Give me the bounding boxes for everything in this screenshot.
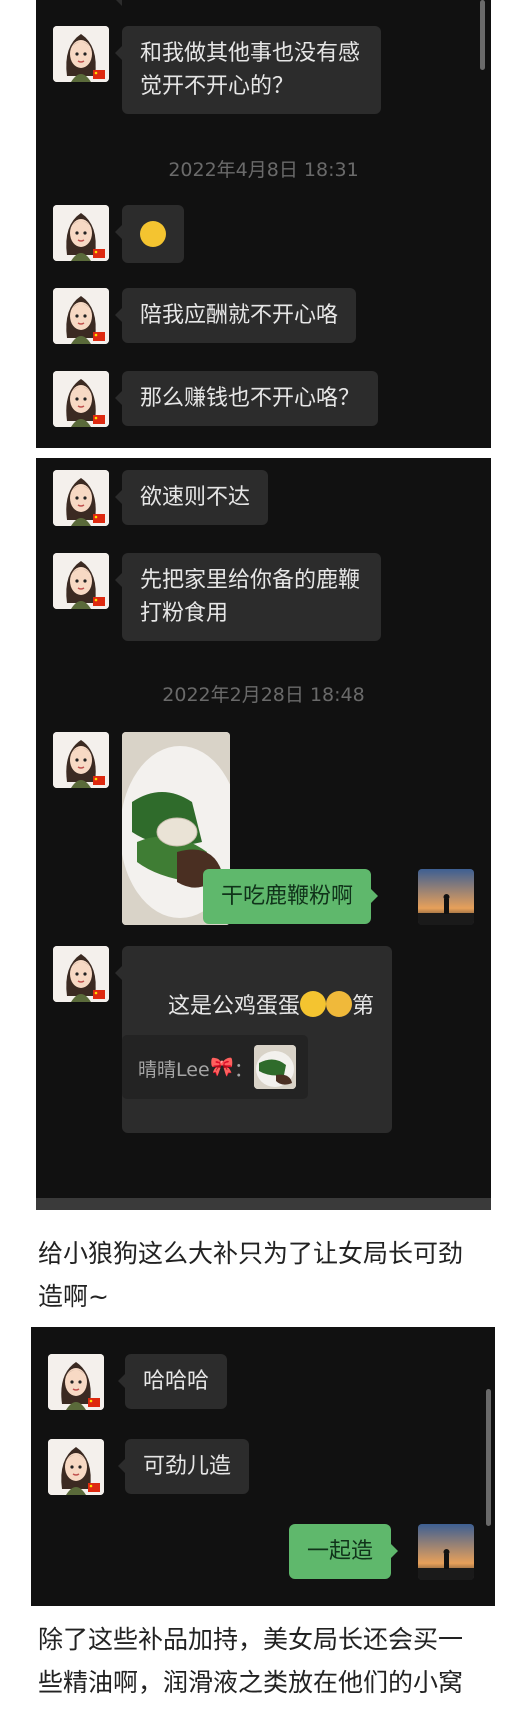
panel-footer-strip bbox=[36, 1198, 491, 1210]
cartoon-girl-avatar-icon bbox=[53, 288, 109, 344]
cartoon-girl-avatar-icon bbox=[53, 732, 109, 788]
message-bubble[interactable]: 和我做其他事也没有感 觉开不开心的？ bbox=[115, 26, 381, 114]
confused-face-emoji bbox=[140, 221, 166, 247]
quote-separator: ： bbox=[234, 1059, 254, 1081]
cartoon-girl-avatar-icon bbox=[53, 26, 109, 82]
quoted-message[interactable]: 晴晴Lee 🎀 ： bbox=[122, 1035, 308, 1099]
cartoon-girl-avatar-icon bbox=[53, 946, 109, 1002]
my-avatar[interactable] bbox=[418, 869, 474, 925]
chat-panel-2: 欲速则不达 先把家里给你备的鹿鞭 打粉食用 2022年2月28日 18:48 干… bbox=[36, 458, 491, 1210]
sunset-avatar-icon bbox=[418, 869, 474, 925]
message-text: 这是公鸡蛋蛋 bbox=[167, 994, 300, 1019]
contact-avatar[interactable] bbox=[53, 288, 109, 344]
message-bubble[interactable]: 先把家里给你备的鹿鞭 打粉食用 bbox=[115, 553, 381, 641]
contact-avatar[interactable] bbox=[53, 371, 109, 427]
timestamp: 2022年4月8日 18:31 bbox=[168, 159, 359, 181]
contact-avatar[interactable] bbox=[53, 26, 109, 82]
message-bubble[interactable]: 可劲儿造 bbox=[117, 1439, 250, 1494]
contact-avatar[interactable] bbox=[48, 1439, 104, 1495]
cartoon-girl-avatar-icon bbox=[53, 205, 109, 261]
bow-emoji: 🎀 bbox=[210, 1056, 234, 1078]
contact-avatar[interactable] bbox=[53, 946, 109, 1002]
sunset-avatar-icon bbox=[418, 1524, 474, 1580]
cartoon-girl-avatar-icon bbox=[53, 470, 109, 526]
grimacing-face-emoji bbox=[300, 991, 326, 1017]
dish-thumbnail-icon bbox=[254, 1045, 296, 1089]
quote-thumbnail[interactable] bbox=[254, 1045, 296, 1089]
chat-panel-3: 哈哈哈 可劲儿造 一起造 bbox=[31, 1327, 495, 1606]
scrollbar[interactable] bbox=[480, 0, 485, 70]
cartoon-girl-avatar-icon bbox=[53, 553, 109, 609]
contact-avatar[interactable] bbox=[53, 732, 109, 788]
scrollbar[interactable] bbox=[486, 1389, 491, 1526]
my-avatar[interactable] bbox=[418, 1524, 474, 1580]
contact-avatar[interactable] bbox=[48, 1354, 104, 1410]
message-bubble[interactable]: 陪我应酬就不开心咯 bbox=[114, 288, 357, 343]
chat-panel-1: 和我做其他事也没有感 觉开不开心的？ 2022年4月8日 18:31 陪我应酬就… bbox=[36, 0, 491, 448]
caption-text: 除了这些补品加持，美女局长还会买一 些精油啊，润滑液之类放在他们的小窝 bbox=[38, 1625, 464, 1697]
cartoon-girl-avatar-icon bbox=[48, 1354, 104, 1410]
caption-text: 给小狼狗这么大补只为了让女局长可劲 造啊~ bbox=[38, 1239, 464, 1311]
cartoon-girl-avatar-icon bbox=[48, 1439, 104, 1495]
cartoon-girl-avatar-icon bbox=[53, 371, 109, 427]
contact-avatar[interactable] bbox=[53, 470, 109, 526]
timestamp: 2022年2月28日 18:48 bbox=[162, 684, 365, 706]
message-bubble[interactable]: 欲速则不达 bbox=[114, 470, 269, 525]
contact-avatar[interactable] bbox=[53, 205, 109, 261]
my-message-bubble[interactable]: 一起造 bbox=[289, 1524, 399, 1579]
message-bubble[interactable]: 那么赚钱也不开心咯？ bbox=[114, 371, 379, 426]
my-message-bubble[interactable]: 干吃鹿鞭粉啊 bbox=[203, 869, 379, 924]
sweat-face-emoji bbox=[326, 991, 352, 1017]
quote-sender: 晴晴Lee bbox=[138, 1059, 210, 1081]
message-bubble-emoji[interactable] bbox=[115, 205, 184, 263]
message-bubble[interactable]: 哈哈哈 bbox=[117, 1354, 228, 1409]
contact-avatar[interactable] bbox=[53, 553, 109, 609]
